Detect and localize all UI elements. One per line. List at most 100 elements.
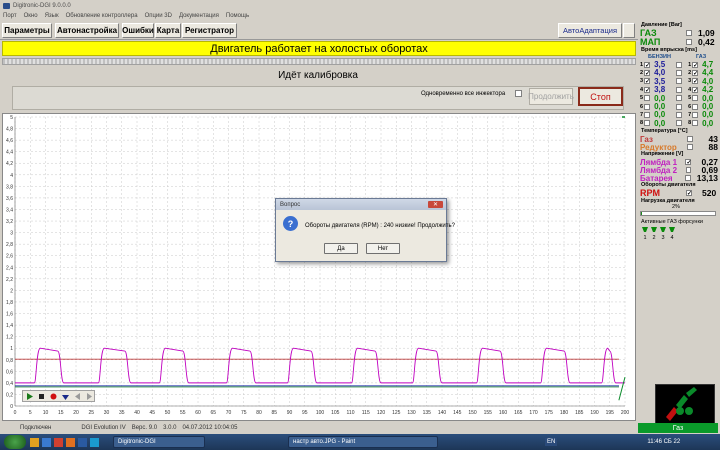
y-tick-label: 4 bbox=[10, 173, 13, 179]
version-2: 3.0.0 bbox=[163, 425, 177, 431]
quick-launch-1-icon[interactable] bbox=[30, 437, 39, 447]
quick-launch-2-icon[interactable] bbox=[42, 437, 51, 447]
petrol-extra-checkbox[interactable] bbox=[676, 61, 683, 68]
y-tick-label: 4,2 bbox=[6, 161, 13, 167]
menu-bar: Порт Окно Язык Обновление контроллера Оп… bbox=[0, 11, 720, 21]
x-tick-label: 120 bbox=[377, 410, 386, 416]
petrol-extra-checkbox[interactable] bbox=[676, 69, 683, 76]
menu-update[interactable]: Обновление контроллера bbox=[66, 13, 138, 19]
gas-cyl-number: 1 bbox=[688, 61, 692, 68]
save-icon[interactable] bbox=[60, 391, 70, 401]
gas-cyl-checkbox[interactable] bbox=[692, 103, 699, 110]
x-tick-label: 190 bbox=[590, 410, 599, 416]
y-tick-label: 1 bbox=[10, 346, 13, 352]
x-tick-label: 140 bbox=[438, 410, 447, 416]
x-tick-label: 135 bbox=[423, 410, 432, 416]
petrol-cyl-checkbox[interactable] bbox=[644, 69, 651, 76]
quick-launch-4-icon[interactable] bbox=[66, 437, 75, 447]
continue-button[interactable]: Продолжить bbox=[528, 88, 574, 105]
x-tick-label: 80 bbox=[256, 410, 262, 416]
petrol-cyl-number: 2 bbox=[640, 69, 644, 76]
y-tick-label: 2,8 bbox=[6, 242, 13, 248]
language-indicator[interactable]: EN bbox=[545, 438, 558, 446]
gas-cyl-checkbox[interactable] bbox=[692, 95, 699, 102]
x-tick-label: 30 bbox=[104, 410, 110, 416]
pressure-gas-checkbox[interactable] bbox=[686, 30, 692, 36]
pressure-map-checkbox[interactable] bbox=[686, 39, 692, 45]
x-tick-label: 100 bbox=[316, 410, 325, 416]
petrol-cyl-checkbox[interactable] bbox=[644, 78, 651, 85]
all-injectors-checkbox[interactable] bbox=[515, 90, 522, 97]
pressure-map-row: МАП 0,42 bbox=[640, 37, 718, 47]
injector-indicator: 3 bbox=[659, 226, 667, 241]
extra-button[interactable] bbox=[623, 23, 635, 38]
right-panel: Давление [Bar] ГАЗ 1,09 МАП 0,42 Время в… bbox=[638, 21, 720, 441]
gas-cyl-number: 8 bbox=[688, 120, 692, 127]
x-tick-label: 70 bbox=[226, 410, 232, 416]
quick-launch-6-icon[interactable] bbox=[90, 437, 99, 447]
y-tick-label: 3,6 bbox=[6, 196, 13, 202]
petrol-extra-checkbox[interactable] bbox=[676, 120, 683, 127]
x-tick-label: 105 bbox=[331, 410, 340, 416]
rpm-checkbox[interactable] bbox=[686, 190, 692, 196]
map-button[interactable]: Карта bbox=[155, 23, 181, 38]
temp-reducer-value: 88 bbox=[708, 142, 718, 152]
record-icon[interactable] bbox=[49, 391, 59, 401]
petrol-extra-checkbox[interactable] bbox=[676, 95, 683, 102]
play-icon[interactable] bbox=[25, 391, 35, 401]
question-icon: ? bbox=[283, 216, 298, 231]
rpm-value: 520 bbox=[702, 188, 717, 198]
task-paint[interactable]: настр авто.JPG - Paint bbox=[288, 436, 438, 448]
battery-checkbox[interactable] bbox=[684, 175, 691, 181]
fuel-mode-indicator[interactable]: Газ bbox=[638, 423, 718, 433]
petrol-cyl-checkbox[interactable] bbox=[644, 111, 651, 118]
quick-launch-3-icon[interactable] bbox=[54, 437, 63, 447]
forward-icon[interactable] bbox=[84, 391, 94, 401]
stop-button[interactable]: Стоп bbox=[578, 87, 623, 106]
petrol-cyl-checkbox[interactable] bbox=[644, 103, 651, 110]
params-button[interactable]: Параметры bbox=[2, 23, 52, 38]
x-tick-label: 175 bbox=[545, 410, 554, 416]
autotune-button[interactable]: Автонастройка bbox=[55, 23, 119, 38]
gas-cyl-checkbox[interactable] bbox=[692, 78, 699, 85]
petrol-cyl-checkbox[interactable] bbox=[644, 95, 651, 102]
active-injectors-title: Активные ГАЗ форсунки bbox=[641, 219, 703, 225]
start-button[interactable] bbox=[4, 435, 26, 449]
pressure-map-value: 0,42 bbox=[698, 37, 715, 47]
gas-cyl-checkbox[interactable] bbox=[692, 69, 699, 76]
gas-cyl-checkbox[interactable] bbox=[692, 61, 699, 68]
menu-docs[interactable]: Документация bbox=[179, 13, 219, 19]
back-icon[interactable] bbox=[72, 391, 82, 401]
task-digitronic[interactable]: Digitronic-DGI bbox=[113, 436, 205, 448]
y-tick-label: 2,6 bbox=[6, 254, 13, 260]
rpm-row: RPM 520 bbox=[640, 188, 718, 198]
no-button[interactable]: Нет bbox=[366, 243, 400, 254]
gas-cyl-checkbox[interactable] bbox=[692, 86, 699, 93]
menu-3d[interactable]: Опции 3D bbox=[145, 13, 172, 19]
gas-cyl-number: 5 bbox=[688, 95, 692, 102]
injector-indicator: 4 bbox=[668, 226, 676, 241]
dialog-close-icon[interactable]: ✕ bbox=[428, 201, 443, 208]
petrol-extra-checkbox[interactable] bbox=[676, 86, 683, 93]
menu-window[interactable]: Окно bbox=[24, 13, 38, 19]
petrol-extra-checkbox[interactable] bbox=[676, 78, 683, 85]
petrol-cyl-checkbox[interactable] bbox=[644, 120, 651, 127]
petrol-extra-checkbox[interactable] bbox=[676, 103, 683, 110]
petrol-cyl-checkbox[interactable] bbox=[644, 86, 651, 93]
x-tick-label: 150 bbox=[468, 410, 477, 416]
menu-port[interactable]: Порт bbox=[3, 13, 17, 19]
yes-button[interactable]: Да bbox=[324, 243, 358, 254]
petrol-extra-checkbox[interactable] bbox=[676, 111, 683, 118]
stop-icon[interactable] bbox=[37, 391, 47, 401]
autoadapt-button[interactable]: АвтоАдаптация bbox=[558, 23, 622, 38]
gas-cyl-checkbox[interactable] bbox=[692, 120, 699, 127]
gas-cyl-checkbox[interactable] bbox=[692, 111, 699, 118]
quick-launch-5-icon[interactable] bbox=[78, 437, 87, 447]
menu-language[interactable]: Язык bbox=[45, 13, 59, 19]
menu-help[interactable]: Помощь bbox=[226, 13, 249, 19]
injector-indicator: 2 bbox=[650, 226, 658, 241]
petrol-cyl-checkbox[interactable] bbox=[644, 61, 651, 68]
temp-reducer-checkbox[interactable] bbox=[686, 144, 693, 150]
errors-button[interactable]: Ошибки bbox=[122, 23, 154, 38]
recorder-button[interactable]: Регистратор bbox=[182, 23, 237, 38]
